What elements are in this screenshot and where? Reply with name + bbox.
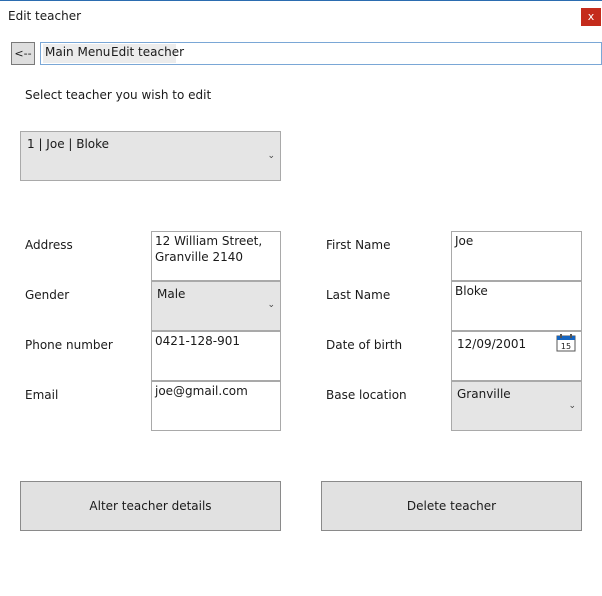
chevron-down-icon: ⌄ xyxy=(568,401,576,411)
back-button[interactable]: <-- xyxy=(11,42,35,65)
teacher-select-value: 1 | Joe | Bloke xyxy=(27,137,110,151)
close-button[interactable]: x xyxy=(581,8,601,26)
address-label: Address xyxy=(25,238,73,252)
dob-label: Date of birth xyxy=(326,338,403,352)
phone-label: Phone number xyxy=(25,338,113,352)
address-field[interactable]: 12 William Street, Granville 2140 xyxy=(151,231,281,281)
email-field[interactable]: joe@gmail.com xyxy=(151,381,281,431)
teacher-select[interactable]: 1 | Joe | Bloke ⌄ xyxy=(20,131,281,181)
base-location-label: Base location xyxy=(326,388,407,402)
window-top-border xyxy=(0,0,602,1)
base-location-value: Granville xyxy=(457,387,511,401)
first-name-field[interactable]: Joe xyxy=(451,231,582,281)
window-title: Edit teacher xyxy=(8,9,82,23)
delete-teacher-button[interactable]: Delete teacher xyxy=(321,481,582,531)
breadcrumb-item-edit-teacher[interactable]: Edit teacher xyxy=(111,45,184,59)
gender-select-value: Male xyxy=(157,287,186,301)
dob-value: 12/09/2001 xyxy=(457,337,527,351)
breadcrumb-item-main-menu[interactable]: Main Menu xyxy=(45,45,110,59)
last-name-label: Last Name xyxy=(326,288,391,302)
phone-field[interactable]: 0421-128-901 xyxy=(151,331,281,381)
email-label: Email xyxy=(25,388,59,402)
last-name-field[interactable]: Bloke xyxy=(451,281,582,331)
calendar-icon[interactable]: 15 xyxy=(556,334,576,352)
chevron-down-icon: ⌄ xyxy=(267,300,275,310)
base-location-select[interactable]: Granville ⌄ xyxy=(451,381,582,431)
first-name-label: First Name xyxy=(326,238,391,252)
chevron-down-icon: ⌄ xyxy=(267,151,275,161)
alter-teacher-button[interactable]: Alter teacher details xyxy=(20,481,281,531)
gender-label: Gender xyxy=(25,288,70,302)
select-teacher-prompt: Select teacher you wish to edit xyxy=(25,88,212,102)
gender-select[interactable]: Male ⌄ xyxy=(151,281,281,331)
breadcrumb: Main Menu Edit teacher xyxy=(40,42,602,65)
calendar-icon-day: 15 xyxy=(561,342,571,351)
